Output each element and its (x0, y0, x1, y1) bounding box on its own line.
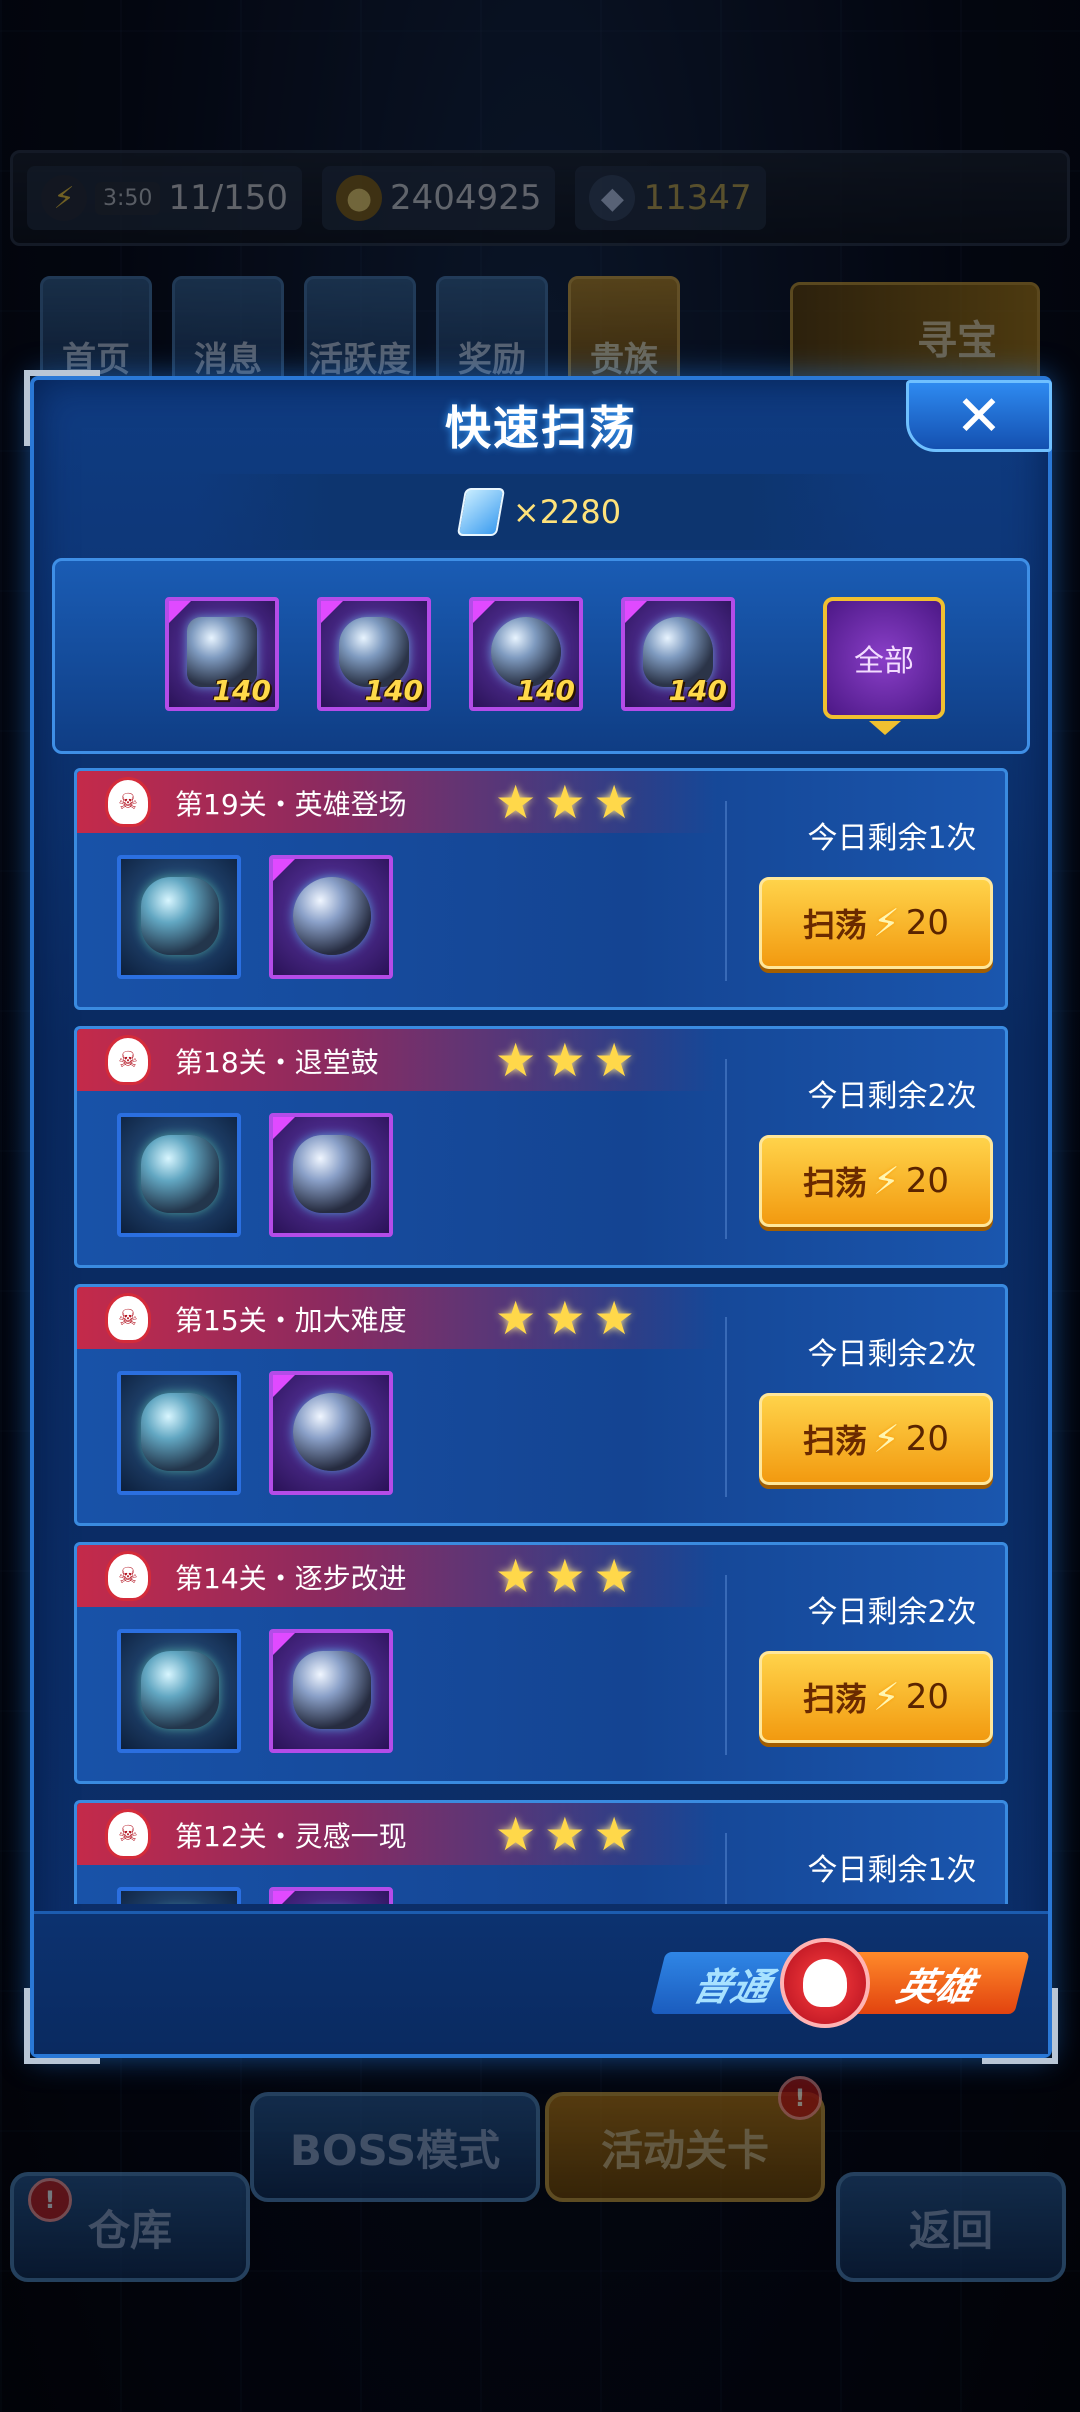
filter-item-pod[interactable]: 140 (165, 597, 279, 711)
selected-indicator-icon (869, 721, 901, 735)
star-icon: ★ (495, 1033, 537, 1087)
item-filter-panel: 140 140 140 140 全部 (52, 558, 1030, 754)
star-icon: ★ (593, 775, 635, 829)
skull-icon: ☠ (105, 1551, 151, 1601)
item-count: 140 (364, 674, 423, 707)
sweep-ticket-count: ×2280 (512, 493, 622, 531)
filter-all-button[interactable]: 全部 (823, 597, 945, 719)
sweep-cost: 20 (905, 1419, 949, 1459)
sweep-cost: 20 (905, 1677, 949, 1717)
drop-item-purple-helmet[interactable] (269, 1887, 393, 1904)
mode-switch-bar: 普通 英雄 (34, 1911, 1048, 2054)
sweep-button[interactable]: 扫荡 ⚡ 20 (759, 1651, 993, 1743)
star-icon: ★ (495, 1549, 537, 1603)
star-rating: ★ ★ ★ (495, 777, 635, 827)
close-button[interactable]: ✕ (906, 380, 1052, 452)
drop-item-purple-helmet[interactable] (269, 1629, 393, 1753)
remaining-attempts: 今日剩余1次 (807, 821, 977, 856)
item-count: 140 (668, 674, 727, 707)
sweep-cost: 20 (905, 1161, 949, 1201)
skull-icon: ☠ (105, 1035, 151, 1085)
star-icon: ★ (495, 1807, 537, 1861)
item-count: 140 (212, 674, 271, 707)
sweep-label: 扫荡 (803, 1422, 868, 1460)
skull-icon: ☠ (105, 1809, 151, 1859)
star-icon: ★ (544, 1549, 586, 1603)
sweep-label: 扫荡 (803, 906, 868, 944)
normal-mode-label: 普通 (688, 1964, 776, 2009)
stage-row: ☠ 第19关・英雄登场 ★ ★ ★ 今日剩余1次 扫荡 ⚡ 20 (74, 768, 1008, 1010)
stage-name: 第15关・加大难度 (175, 1304, 407, 1337)
energy-bolt-icon: ⚡ (873, 901, 900, 945)
stage-row: ☠ 第18关・退堂鼓 ★ ★ ★ 今日剩余2次 扫荡 ⚡ 20 (74, 1026, 1008, 1268)
drop-item-blue-helmet[interactable] (117, 1113, 241, 1237)
sweep-ticket-icon (456, 488, 506, 536)
star-icon: ★ (593, 1807, 635, 1861)
sweep-cost: 20 (905, 903, 949, 943)
drop-item-blue-helmet[interactable] (117, 1629, 241, 1753)
stage-list[interactable]: ☠ 第19关・英雄登场 ★ ★ ★ 今日剩余1次 扫荡 ⚡ 20 ☠ 第18关・退堂… (74, 768, 1008, 1904)
sweep-button[interactable]: 扫荡 ⚡ 20 (759, 1135, 993, 1227)
star-icon: ★ (544, 775, 586, 829)
stage-name: 第19关・英雄登场 (175, 788, 407, 821)
star-icon: ★ (495, 1291, 537, 1345)
remaining-attempts: 今日剩余2次 (807, 1079, 977, 1114)
stage-name: 第18关・退堂鼓 (175, 1046, 379, 1079)
drop-item-purple-orb[interactable] (269, 855, 393, 979)
filter-item-orb[interactable]: 140 (469, 597, 583, 711)
close-icon: ✕ (955, 383, 1003, 449)
star-icon: ★ (495, 775, 537, 829)
sweep-label: 扫荡 (803, 1164, 868, 1202)
filter-item-drone[interactable]: 140 (621, 597, 735, 711)
stage-name: 第12关・灵感一现 (175, 1820, 407, 1853)
skull-icon: ☠ (105, 1293, 151, 1343)
skull-icon: ☠ (105, 777, 151, 827)
star-rating: ★ ★ ★ (495, 1035, 635, 1085)
drop-item-blue-helmet[interactable] (117, 855, 241, 979)
quick-sweep-dialog: 快速扫荡 ✕ ×2280 140 140 140 140 全部 ☠ 第19关・英… (24, 370, 1058, 2064)
drop-item-purple-orb[interactable] (269, 1371, 393, 1495)
drop-item-blue-helmet[interactable] (117, 1371, 241, 1495)
hero-skull-icon (780, 1938, 870, 2028)
dialog-title: 快速扫荡 (445, 401, 637, 455)
item-count: 140 (516, 674, 575, 707)
star-icon: ★ (593, 1033, 635, 1087)
hero-mode-label: 英雄 (892, 1964, 980, 2009)
sweep-ticket-row: ×2280 (194, 474, 888, 550)
energy-bolt-icon: ⚡ (873, 1159, 900, 1203)
star-icon: ★ (544, 1291, 586, 1345)
drop-item-purple-helmet[interactable] (269, 1113, 393, 1237)
remaining-attempts: 今日剩余1次 (807, 1853, 977, 1888)
filter-item-helmet[interactable]: 140 (317, 597, 431, 711)
stage-row: ☠ 第15关・加大难度 ★ ★ ★ 今日剩余2次 扫荡 ⚡ 20 (74, 1284, 1008, 1526)
stage-row: ☠ 第12关・灵感一现 ★★★ 今日剩余1次 扫荡 ⚡ 20 (74, 1800, 1008, 1904)
stage-row: ☠ 第14关・逐步改进 ★ ★ ★ 今日剩余2次 扫荡 ⚡ 20 (74, 1542, 1008, 1784)
star-icon: ★ (593, 1291, 635, 1345)
star-rating: ★ ★ ★ (495, 1551, 635, 1601)
remaining-attempts: 今日剩余2次 (807, 1337, 977, 1372)
remaining-attempts: 今日剩余2次 (807, 1595, 977, 1630)
star-icon: ★ (593, 1549, 635, 1603)
star-rating: ★ ★ ★ (495, 1809, 635, 1859)
star-icon: ★ (544, 1807, 586, 1861)
energy-bolt-icon: ⚡ (873, 1675, 900, 1719)
sweep-button[interactable]: 扫荡 ⚡ 20 (759, 1393, 993, 1485)
sweep-button[interactable]: 扫荡 ⚡ 20 (759, 877, 993, 969)
energy-bolt-icon: ⚡ (873, 1417, 900, 1461)
star-icon: ★ (544, 1033, 586, 1087)
drop-item-blue-helmet[interactable] (117, 1887, 241, 1904)
stage-name: 第14关・逐步改进 (175, 1562, 407, 1595)
star-rating: ★ ★ ★ (495, 1293, 635, 1343)
sweep-label: 扫荡 (803, 1680, 868, 1718)
